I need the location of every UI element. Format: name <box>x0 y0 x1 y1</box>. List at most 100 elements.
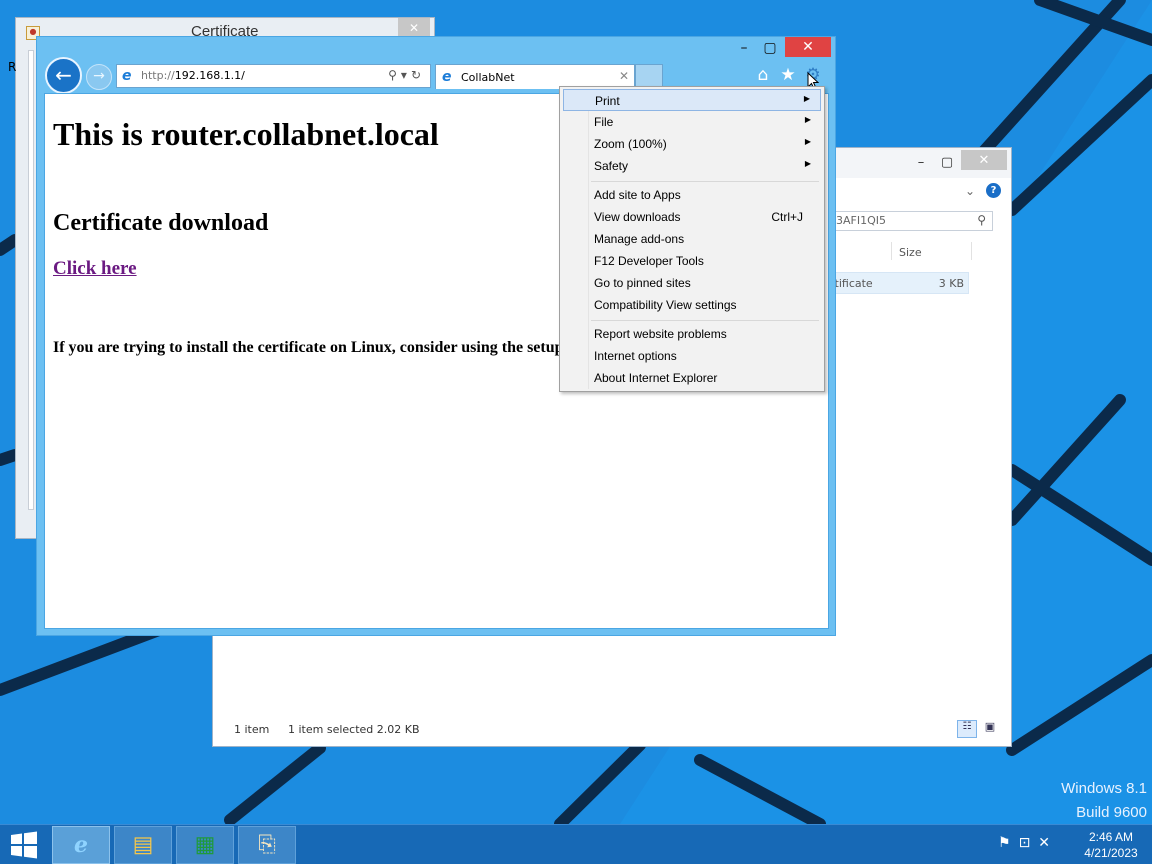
large-icons-view-icon[interactable]: ▣ <box>981 720 999 738</box>
status-item-count: 1 item <box>234 723 270 736</box>
ie-tab-icon: e <box>442 69 452 85</box>
clock-date: 4/21/2023 <box>1084 846 1138 860</box>
menu-item-internet-options[interactable]: Internet options <box>563 345 821 367</box>
column-divider[interactable] <box>891 242 892 260</box>
menu-item-compatibility-view-settings[interactable]: Compatibility View settings <box>563 294 821 316</box>
explorer-status-bar: 1 item 1 item selected 2.02 KB ☷ ▣ <box>213 718 1011 746</box>
menu-item-label: Manage add-ons <box>594 232 685 246</box>
folder-icon: ▤ <box>132 832 154 858</box>
search-icon[interactable]: ⚲ <box>977 213 986 227</box>
store-icon: ▦ <box>194 832 216 858</box>
menu-item-report-website-problems[interactable]: Report website problems <box>563 323 821 345</box>
favorites-star-icon[interactable]: ★ <box>777 65 799 87</box>
address-url[interactable]: http://192.168.1.1/ <box>141 69 245 82</box>
volume-muted-icon[interactable]: ✕ <box>1038 835 1058 851</box>
clock[interactable]: 2:46 AM 4/21/2023 <box>1078 829 1144 861</box>
certificate-content-panel <box>28 50 34 510</box>
ie-minimize-button[interactable]: – <box>731 39 757 57</box>
arrow-left-icon: ← <box>55 63 72 87</box>
url-host: 192.168.1.1/ <box>174 69 245 82</box>
home-icon[interactable]: ⌂ <box>752 65 774 87</box>
certificate-error-icon: ⎘ <box>258 832 276 858</box>
file-size: 3 KB <box>938 277 964 290</box>
submenu-arrow-icon: ▶ <box>803 94 810 103</box>
help-icon[interactable]: ? <box>986 183 1001 198</box>
taskbar-certificate[interactable]: ⎘ <box>238 826 296 864</box>
file-name: rtificate <box>830 277 873 290</box>
internet-explorer-icon: e <box>74 832 88 858</box>
menu-item-go-to-pinned-sites[interactable]: Go to pinned sites <box>563 272 821 294</box>
menu-item-label: File <box>594 115 614 129</box>
network-icon[interactable]: ⊡ <box>1019 835 1039 851</box>
file-row[interactable]: rtificate 3 KB <box>825 272 969 294</box>
taskbar-store[interactable]: ▦ <box>176 826 234 864</box>
explorer-close-button[interactable]: ✕ <box>961 150 1007 170</box>
menu-item-label: Report website problems <box>594 327 727 341</box>
details-view-icon[interactable]: ☷ <box>957 720 977 738</box>
search-icon[interactable]: ⚲ <box>388 68 401 82</box>
menu-item-label: Print <box>595 94 620 108</box>
action-center-flag-icon[interactable]: ⚑ <box>998 835 1019 851</box>
start-button[interactable] <box>10 831 38 859</box>
tools-menu[interactable]: Print ▶ File ▶ Zoom (100%) ▶ Safety ▶ Ad… <box>559 86 825 392</box>
menu-item-label: Go to pinned sites <box>594 276 691 290</box>
menu-item-label: Compatibility View settings <box>594 298 737 312</box>
menu-item-about-internet-explorer[interactable]: About Internet Explorer <box>563 367 821 389</box>
page-subheading: Certificate download <box>53 210 269 236</box>
menu-item-zoom[interactable]: Zoom (100%) ▶ <box>563 133 821 155</box>
status-selection: 1 item selected 2.02 KB <box>288 723 420 736</box>
back-button[interactable]: ← <box>45 57 82 94</box>
column-divider[interactable] <box>971 242 972 260</box>
new-tab-button[interactable] <box>635 64 663 88</box>
menu-item-label: View downloads <box>594 210 681 224</box>
address-tools[interactable]: ⚲▾↻ <box>388 68 425 82</box>
forward-button[interactable]: → <box>86 64 112 90</box>
menu-item-label: Zoom (100%) <box>594 137 667 151</box>
explorer-minimize-button[interactable]: – <box>909 152 933 172</box>
certificate-close-button[interactable]: ✕ <box>398 18 430 38</box>
tab-label: CollabNet <box>461 71 515 84</box>
menu-separator <box>591 320 819 321</box>
page-heading: This is router.collabnet.local <box>53 116 439 152</box>
ie-close-button[interactable]: ✕ <box>785 37 831 57</box>
explorer-maximize-button[interactable]: ▢ <box>935 152 959 172</box>
submenu-arrow-icon: ▶ <box>804 159 811 168</box>
menu-item-add-site-to-apps[interactable]: Add site to Apps <box>563 184 821 206</box>
ribbon-expand-chevron-icon[interactable]: ⌄ <box>965 184 975 198</box>
linux-note: If you are trying to install the certifi… <box>53 339 564 356</box>
menu-separator <box>591 181 819 182</box>
menu-item-label: F12 Developer Tools <box>594 254 704 268</box>
refresh-icon[interactable]: ↻ <box>411 68 425 82</box>
menu-item-label: Add site to Apps <box>594 188 681 202</box>
submenu-arrow-icon: ▶ <box>804 137 811 146</box>
certificate-side-text: R <box>8 60 17 74</box>
menu-item-f12-developer-tools[interactable]: F12 Developer Tools <box>563 250 821 272</box>
url-protocol: http:// <box>141 69 175 82</box>
explorer-search-input[interactable]: 3AFI1QI5 ⚲ <box>825 211 993 231</box>
column-header-size[interactable]: Size <box>899 246 922 259</box>
dropdown-icon[interactable]: ▾ <box>401 68 411 82</box>
ie-maximize-button[interactable]: ▢ <box>757 39 783 57</box>
menu-item-label: Internet options <box>594 349 677 363</box>
ie-page-icon: e <box>122 68 132 84</box>
menu-item-file[interactable]: File ▶ <box>563 111 821 133</box>
taskbar-internet-explorer[interactable]: e <box>52 826 110 864</box>
certificate-download-link[interactable]: Click here <box>53 258 137 280</box>
clock-time: 2:46 AM <box>1088 830 1134 844</box>
menu-item-safety[interactable]: Safety ▶ <box>563 155 821 177</box>
address-bar[interactable]: e http://192.168.1.1/ ⚲▾↻ <box>116 64 431 88</box>
watermark-build: Build 9600 <box>1076 804 1147 821</box>
watermark-version: Windows 8.1 <box>1061 780 1147 797</box>
arrow-right-icon: → <box>93 68 105 84</box>
system-tray: ⚑⊡✕ <box>998 835 1058 851</box>
taskbar: e ▤ ▦ ⎘ ⚑⊡✕ 2:46 AM 4/21/2023 <box>0 824 1152 864</box>
menu-item-label: Safety <box>594 159 629 173</box>
tab-close-icon[interactable]: ✕ <box>619 69 629 83</box>
menu-item-print[interactable]: Print ▶ <box>563 89 821 111</box>
menu-item-label: About Internet Explorer <box>594 371 718 385</box>
taskbar-file-explorer[interactable]: ▤ <box>114 826 172 864</box>
menu-item-manage-add-ons[interactable]: Manage add-ons <box>563 228 821 250</box>
menu-item-view-downloads[interactable]: View downloads Ctrl+J <box>563 206 821 228</box>
explorer-search-text: 3AFI1QI5 <box>836 214 886 227</box>
menu-item-shortcut: Ctrl+J <box>771 210 803 224</box>
